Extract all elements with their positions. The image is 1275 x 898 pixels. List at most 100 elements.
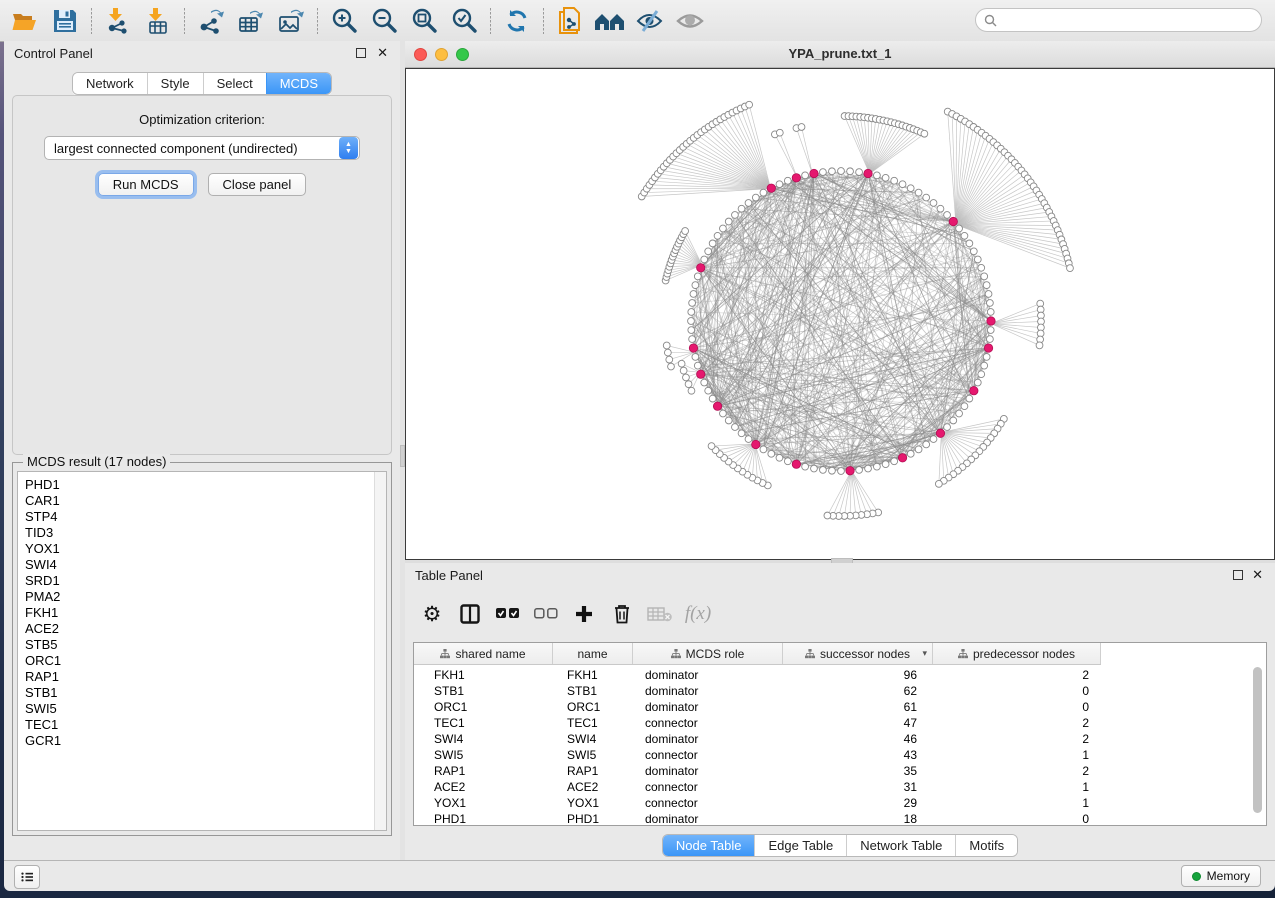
node-table[interactable]: shared namenameMCDS rolesuccessor nodes▾… — [413, 642, 1267, 826]
column-header-MCDS-role[interactable]: MCDS role — [633, 643, 783, 664]
show-all-button[interactable] — [673, 5, 707, 37]
create-column-button[interactable] — [565, 597, 603, 631]
mcds-result-item[interactable]: FKH1 — [18, 605, 386, 621]
sort-indicator-icon[interactable]: ▾ — [922, 648, 927, 659]
import-network-button[interactable] — [101, 5, 135, 37]
mcds-result-item[interactable]: GCR1 — [18, 733, 386, 749]
zoom-in-button[interactable] — [327, 5, 361, 37]
function-builder-button[interactable]: f(x) — [679, 597, 717, 631]
toolbar-separator — [91, 8, 92, 34]
mcds-result-item[interactable]: PHD1 — [18, 477, 386, 493]
table-cell: 0 — [933, 683, 1101, 699]
mcds-result-item[interactable]: SRD1 — [18, 573, 386, 589]
run-mcds-button[interactable]: Run MCDS — [98, 173, 194, 196]
mcds-result-list[interactable]: PHD1CAR1STP4TID3YOX1SWI4SRD1PMA2FKH1ACE2… — [17, 471, 387, 831]
mcds-result-item[interactable]: ORC1 — [18, 653, 386, 669]
mcds-result-item[interactable]: TID3 — [18, 525, 386, 541]
open-file-button[interactable] — [8, 5, 42, 37]
table-row[interactable]: YOX1YOX1connector291 — [414, 795, 1266, 811]
close-panel-button[interactable]: Close panel — [208, 173, 307, 196]
zoom-fit-button[interactable] — [407, 5, 441, 37]
optimization-criterion-select[interactable]: largest connected component (undirected)… — [44, 136, 360, 160]
network-view[interactable] — [405, 68, 1275, 560]
memory-label: Memory — [1207, 869, 1250, 883]
show-columns-button[interactable] — [451, 597, 489, 631]
table-cell: 31 — [783, 779, 933, 795]
maximize-window-icon[interactable] — [456, 48, 469, 61]
columns-icon — [460, 604, 480, 624]
float-panel-icon[interactable] — [356, 48, 366, 58]
mcds-result-item[interactable]: STP4 — [18, 509, 386, 525]
save-session-button[interactable] — [48, 5, 82, 37]
table-row[interactable]: TEC1TEC1connector472 — [414, 715, 1266, 731]
table-row[interactable]: SWI5SWI5connector431 — [414, 747, 1266, 763]
first-neighbors-button[interactable] — [593, 5, 627, 37]
column-header-name[interactable]: name — [553, 643, 633, 664]
memory-button[interactable]: Memory — [1181, 865, 1261, 887]
close-window-icon[interactable] — [414, 48, 427, 61]
zoom-selected-button[interactable] — [447, 5, 481, 37]
tab-network[interactable]: Network — [73, 73, 147, 94]
tab-motifs[interactable]: Motifs — [955, 835, 1017, 856]
table-cell: 1 — [933, 795, 1101, 811]
tab-node-table[interactable]: Node Table — [663, 835, 755, 856]
delete-table-button[interactable] — [641, 597, 679, 631]
mcds-result-item[interactable]: PMA2 — [18, 589, 386, 605]
table-settings-button[interactable]: ⚙ — [413, 597, 451, 631]
export-image-button[interactable] — [274, 5, 308, 37]
column-header-successor-nodes[interactable]: successor nodes▾ — [783, 643, 933, 664]
mcds-result-title: MCDS result (17 nodes) — [23, 454, 170, 469]
table-cell: dominator — [633, 683, 783, 699]
tab-style[interactable]: Style — [147, 73, 203, 94]
close-panel-icon[interactable]: ✕ — [377, 46, 388, 60]
column-header-predecessor-nodes[interactable]: predecessor nodes — [933, 643, 1101, 664]
column-header-shared-name[interactable]: shared name — [414, 643, 553, 664]
table-row[interactable]: PHD1PHD1dominator180 — [414, 811, 1266, 827]
mcds-result-item[interactable]: SWI4 — [18, 557, 386, 573]
mcds-result-item[interactable]: ACE2 — [18, 621, 386, 637]
export-network-button[interactable] — [194, 5, 228, 37]
mcds-result-item[interactable]: STB1 — [18, 685, 386, 701]
close-panel-icon[interactable]: ✕ — [1252, 568, 1263, 582]
memory-status-icon — [1192, 872, 1201, 881]
table-row[interactable]: STB1STB1dominator620 — [414, 683, 1266, 699]
table-cell: dominator — [633, 667, 783, 683]
mcds-result-item[interactable]: STB5 — [18, 637, 386, 653]
table-row[interactable]: RAP1RAP1dominator352 — [414, 763, 1266, 779]
hide-selected-button[interactable] — [633, 5, 667, 37]
table-row[interactable]: ACE2ACE2connector311 — [414, 779, 1266, 795]
new-network-from-selection-button[interactable] — [553, 5, 587, 37]
refresh-view-button[interactable] — [500, 5, 534, 37]
mcds-result-item[interactable]: YOX1 — [18, 541, 386, 557]
table-row[interactable]: ORC1ORC1dominator610 — [414, 699, 1266, 715]
result-list-scrollbar[interactable] — [374, 472, 386, 830]
task-history-button[interactable] — [14, 865, 40, 889]
select-all-columns-button[interactable] — [489, 597, 527, 631]
tab-mcds[interactable]: MCDS — [266, 73, 331, 94]
table-cell: TEC1 — [553, 715, 633, 731]
table-cell: YOX1 — [553, 795, 633, 811]
tab-edge-table[interactable]: Edge Table — [754, 835, 846, 856]
zoom-out-button[interactable] — [367, 5, 401, 37]
export-table-button[interactable] — [234, 5, 268, 37]
mcds-result-item[interactable]: TEC1 — [18, 717, 386, 733]
minimize-window-icon[interactable] — [435, 48, 448, 61]
mcds-result-item[interactable]: RAP1 — [18, 669, 386, 685]
table-row[interactable]: FKH1FKH1dominator962 — [414, 667, 1266, 683]
mcds-result-item[interactable]: SWI5 — [18, 701, 386, 717]
search-input[interactable] — [1002, 12, 1253, 28]
float-panel-icon[interactable] — [1233, 570, 1243, 580]
table-row[interactable]: SWI4SWI4dominator462 — [414, 731, 1266, 747]
tab-network-table[interactable]: Network Table — [846, 835, 955, 856]
delete-column-button[interactable] — [603, 597, 641, 631]
mcds-result-item[interactable]: CAR1 — [18, 493, 386, 509]
column-header-label: predecessor nodes — [973, 647, 1075, 661]
network-graph[interactable] — [406, 69, 1274, 559]
import-table-button[interactable] — [141, 5, 175, 37]
table-cell: 18 — [783, 811, 933, 827]
unselect-all-columns-button[interactable] — [527, 597, 565, 631]
zoom-selected-icon — [450, 7, 478, 35]
tab-select[interactable]: Select — [203, 73, 266, 94]
table-scrollbar[interactable] — [1253, 667, 1262, 813]
network-window-titlebar[interactable]: YPA_prune.txt_1 — [405, 41, 1275, 68]
